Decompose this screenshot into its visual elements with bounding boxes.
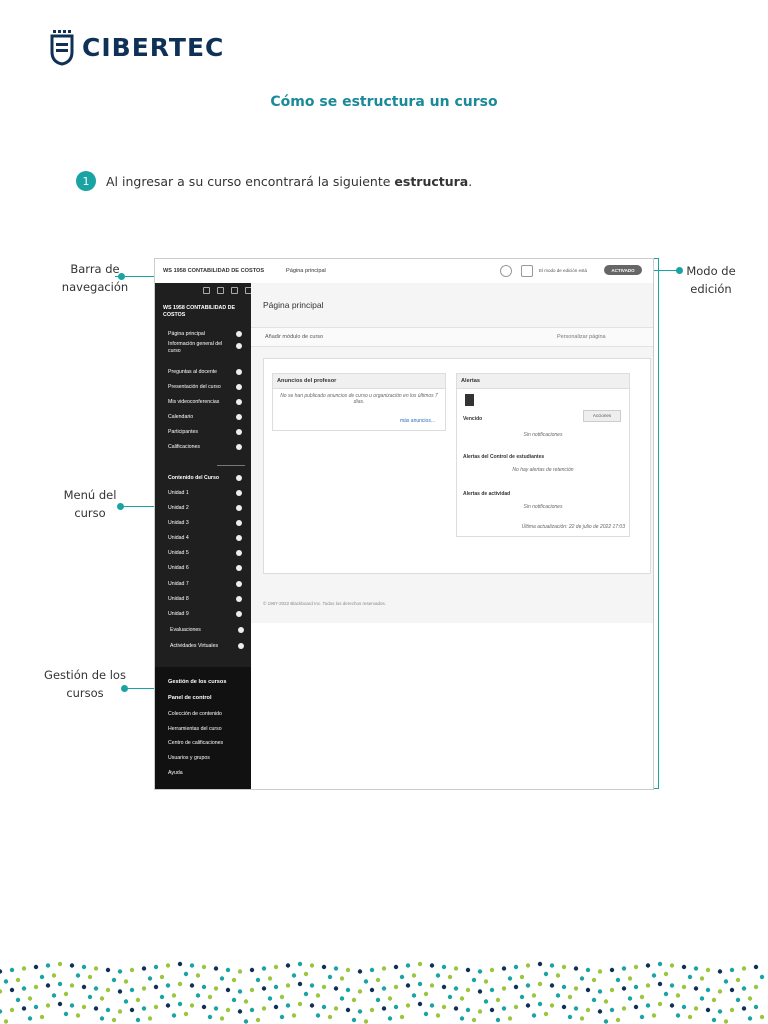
step-number-badge: 1 bbox=[76, 171, 96, 191]
navigation-bar: WS 1958 CONTABILIDAD DE COSTOS Página pr… bbox=[155, 259, 653, 284]
vencido-label: Vencido bbox=[463, 416, 483, 422]
frame-line bbox=[658, 258, 659, 788]
copyright: © 1997-2022 Blackboard Inc. Todos los de… bbox=[263, 601, 387, 606]
sidebar-item[interactable]: Información general del curso bbox=[168, 341, 246, 357]
edit-mode-toggle[interactable]: ACTIVADO bbox=[604, 265, 642, 275]
callout-menu-dot bbox=[117, 503, 124, 510]
panel-item[interactable]: Colección de contenido bbox=[168, 711, 222, 717]
sidebar-item[interactable]: Participantes bbox=[168, 427, 246, 437]
no-retention: No hay alertas de retención bbox=[512, 467, 574, 473]
add-module-button[interactable]: Añadir módulo de curso bbox=[265, 334, 323, 340]
divider bbox=[217, 465, 245, 466]
sidebar-unit[interactable]: Unidad 3 bbox=[168, 518, 246, 528]
course-management: Gestión de los cursos Panel de control C… bbox=[155, 667, 251, 789]
lock-icon[interactable] bbox=[521, 265, 533, 277]
course-screenshot: WS 1958 CONTABILIDAD DE COSTOS Página pr… bbox=[154, 258, 654, 790]
sidebar-unit[interactable]: Actividades Virtuales bbox=[170, 641, 248, 651]
castle-logo-icon bbox=[50, 30, 74, 66]
announcements-module: Anuncios del profesor No se han publicad… bbox=[272, 373, 446, 431]
refresh-icon[interactable] bbox=[231, 287, 238, 294]
course-breadcrumb[interactable]: WS 1958 CONTABILIDAD DE COSTOS bbox=[163, 268, 264, 274]
sidebar-unit[interactable]: Unidad 5 bbox=[168, 548, 246, 558]
sidebar-section-content[interactable]: Contenido del Curso bbox=[168, 473, 246, 483]
preview-icon[interactable] bbox=[500, 265, 512, 277]
sidebar-unit[interactable]: Unidad 8 bbox=[168, 594, 246, 604]
more-announcements-link[interactable]: más anuncios... bbox=[400, 418, 435, 424]
no-notifications: Sin notificaciones bbox=[523, 432, 563, 438]
announcements-text: No se han publicado anuncios de curso u … bbox=[280, 393, 438, 405]
callout-gestion-dot bbox=[121, 685, 128, 692]
callout-nav: Barra de navegación bbox=[61, 262, 129, 294]
customize-page-button[interactable]: Personalizar página bbox=[557, 334, 606, 340]
callout-modo: Modo de edición bbox=[686, 264, 736, 296]
sidebar-unit[interactable]: Evaluaciones bbox=[170, 625, 248, 635]
sidebar-unit[interactable]: Unidad 2 bbox=[168, 503, 246, 513]
panel-item[interactable]: Usuarios y grupos bbox=[168, 755, 210, 761]
brand-name: CIBERTEC bbox=[82, 32, 225, 62]
add-icon[interactable] bbox=[203, 287, 210, 294]
activity-alerts-title: Alertas de actividad bbox=[463, 491, 511, 497]
dotted-pattern-decoration bbox=[0, 961, 765, 1024]
action-bar: Añadir módulo de curso Personalizar pági… bbox=[251, 327, 653, 347]
alerts-title: Alertas bbox=[457, 374, 629, 389]
modules-area: Anuncios del profesor No se han publicad… bbox=[263, 358, 651, 574]
sidebar-item[interactable]: Calendario bbox=[168, 412, 246, 422]
cibertec-logo: CIBERTEC bbox=[50, 28, 224, 66]
main-page-title: Página principal bbox=[263, 300, 324, 310]
sidebar-unit[interactable]: Unidad 7 bbox=[168, 579, 246, 589]
sidebar-unit[interactable]: Unidad 4 bbox=[168, 533, 246, 543]
callout-gestion: Gestión de los cursos bbox=[44, 668, 126, 700]
sidebar-item[interactable]: Mis videoconferencias bbox=[168, 397, 246, 407]
step-1: 1 Al ingresar a su curso encontrará la s… bbox=[76, 171, 472, 191]
announcements-title: Anuncios del profesor bbox=[273, 374, 445, 389]
course-menu: WS 1958 CONTABILIDAD DE COSTOS Página pr… bbox=[155, 283, 252, 789]
sidebar-unit[interactable]: Unidad 1 bbox=[168, 488, 246, 498]
main-content: Página principal Añadir módulo de curso … bbox=[251, 283, 653, 623]
control-panel-header[interactable]: Panel de control bbox=[168, 695, 212, 701]
control-alerts-title: Alertas del Control de estudiantes bbox=[463, 454, 545, 460]
page-title: Cómo se estructura un curso bbox=[270, 94, 498, 110]
actions-button[interactable]: Acciones bbox=[583, 410, 621, 422]
sidebar-item[interactable]: Presentación del curso bbox=[168, 382, 246, 392]
last-update: Última actualización: 22 de julio de 202… bbox=[521, 524, 625, 530]
sidebar-item[interactable]: Calificaciones bbox=[168, 442, 246, 452]
edit-mode-label: El modo de edición está bbox=[539, 268, 588, 273]
sidebar-unit[interactable]: Unidad 6 bbox=[168, 563, 246, 573]
menu-toolbar bbox=[203, 287, 252, 294]
sidebar-item[interactable]: Página principal bbox=[168, 329, 246, 339]
panel-item[interactable]: Ayuda bbox=[168, 770, 183, 776]
step-text: Al ingresar a su curso encontrará la sig… bbox=[106, 173, 473, 189]
callout-nav-dot bbox=[118, 273, 125, 280]
sidebar-item[interactable]: Preguntas al docente bbox=[168, 367, 246, 377]
no-notifications-2: Sin notificaciones bbox=[523, 504, 563, 510]
gestion-header: Gestión de los cursos bbox=[168, 679, 227, 685]
panel-item[interactable]: Centro de calificaciones bbox=[168, 740, 223, 746]
panel-item[interactable]: Herramientas del curso bbox=[168, 726, 222, 732]
alerts-module: Alertas Vencido Acciones Sin notificacio… bbox=[456, 373, 630, 537]
menu-course-title[interactable]: WS 1958 CONTABILIDAD DE COSTOS bbox=[163, 305, 241, 319]
avatar bbox=[465, 394, 474, 406]
page-breadcrumb[interactable]: Página principal bbox=[286, 268, 326, 274]
sidebar-unit[interactable]: Unidad 9 bbox=[168, 609, 246, 619]
sort-icon[interactable] bbox=[217, 287, 224, 294]
callout-modo-dot bbox=[676, 267, 683, 274]
